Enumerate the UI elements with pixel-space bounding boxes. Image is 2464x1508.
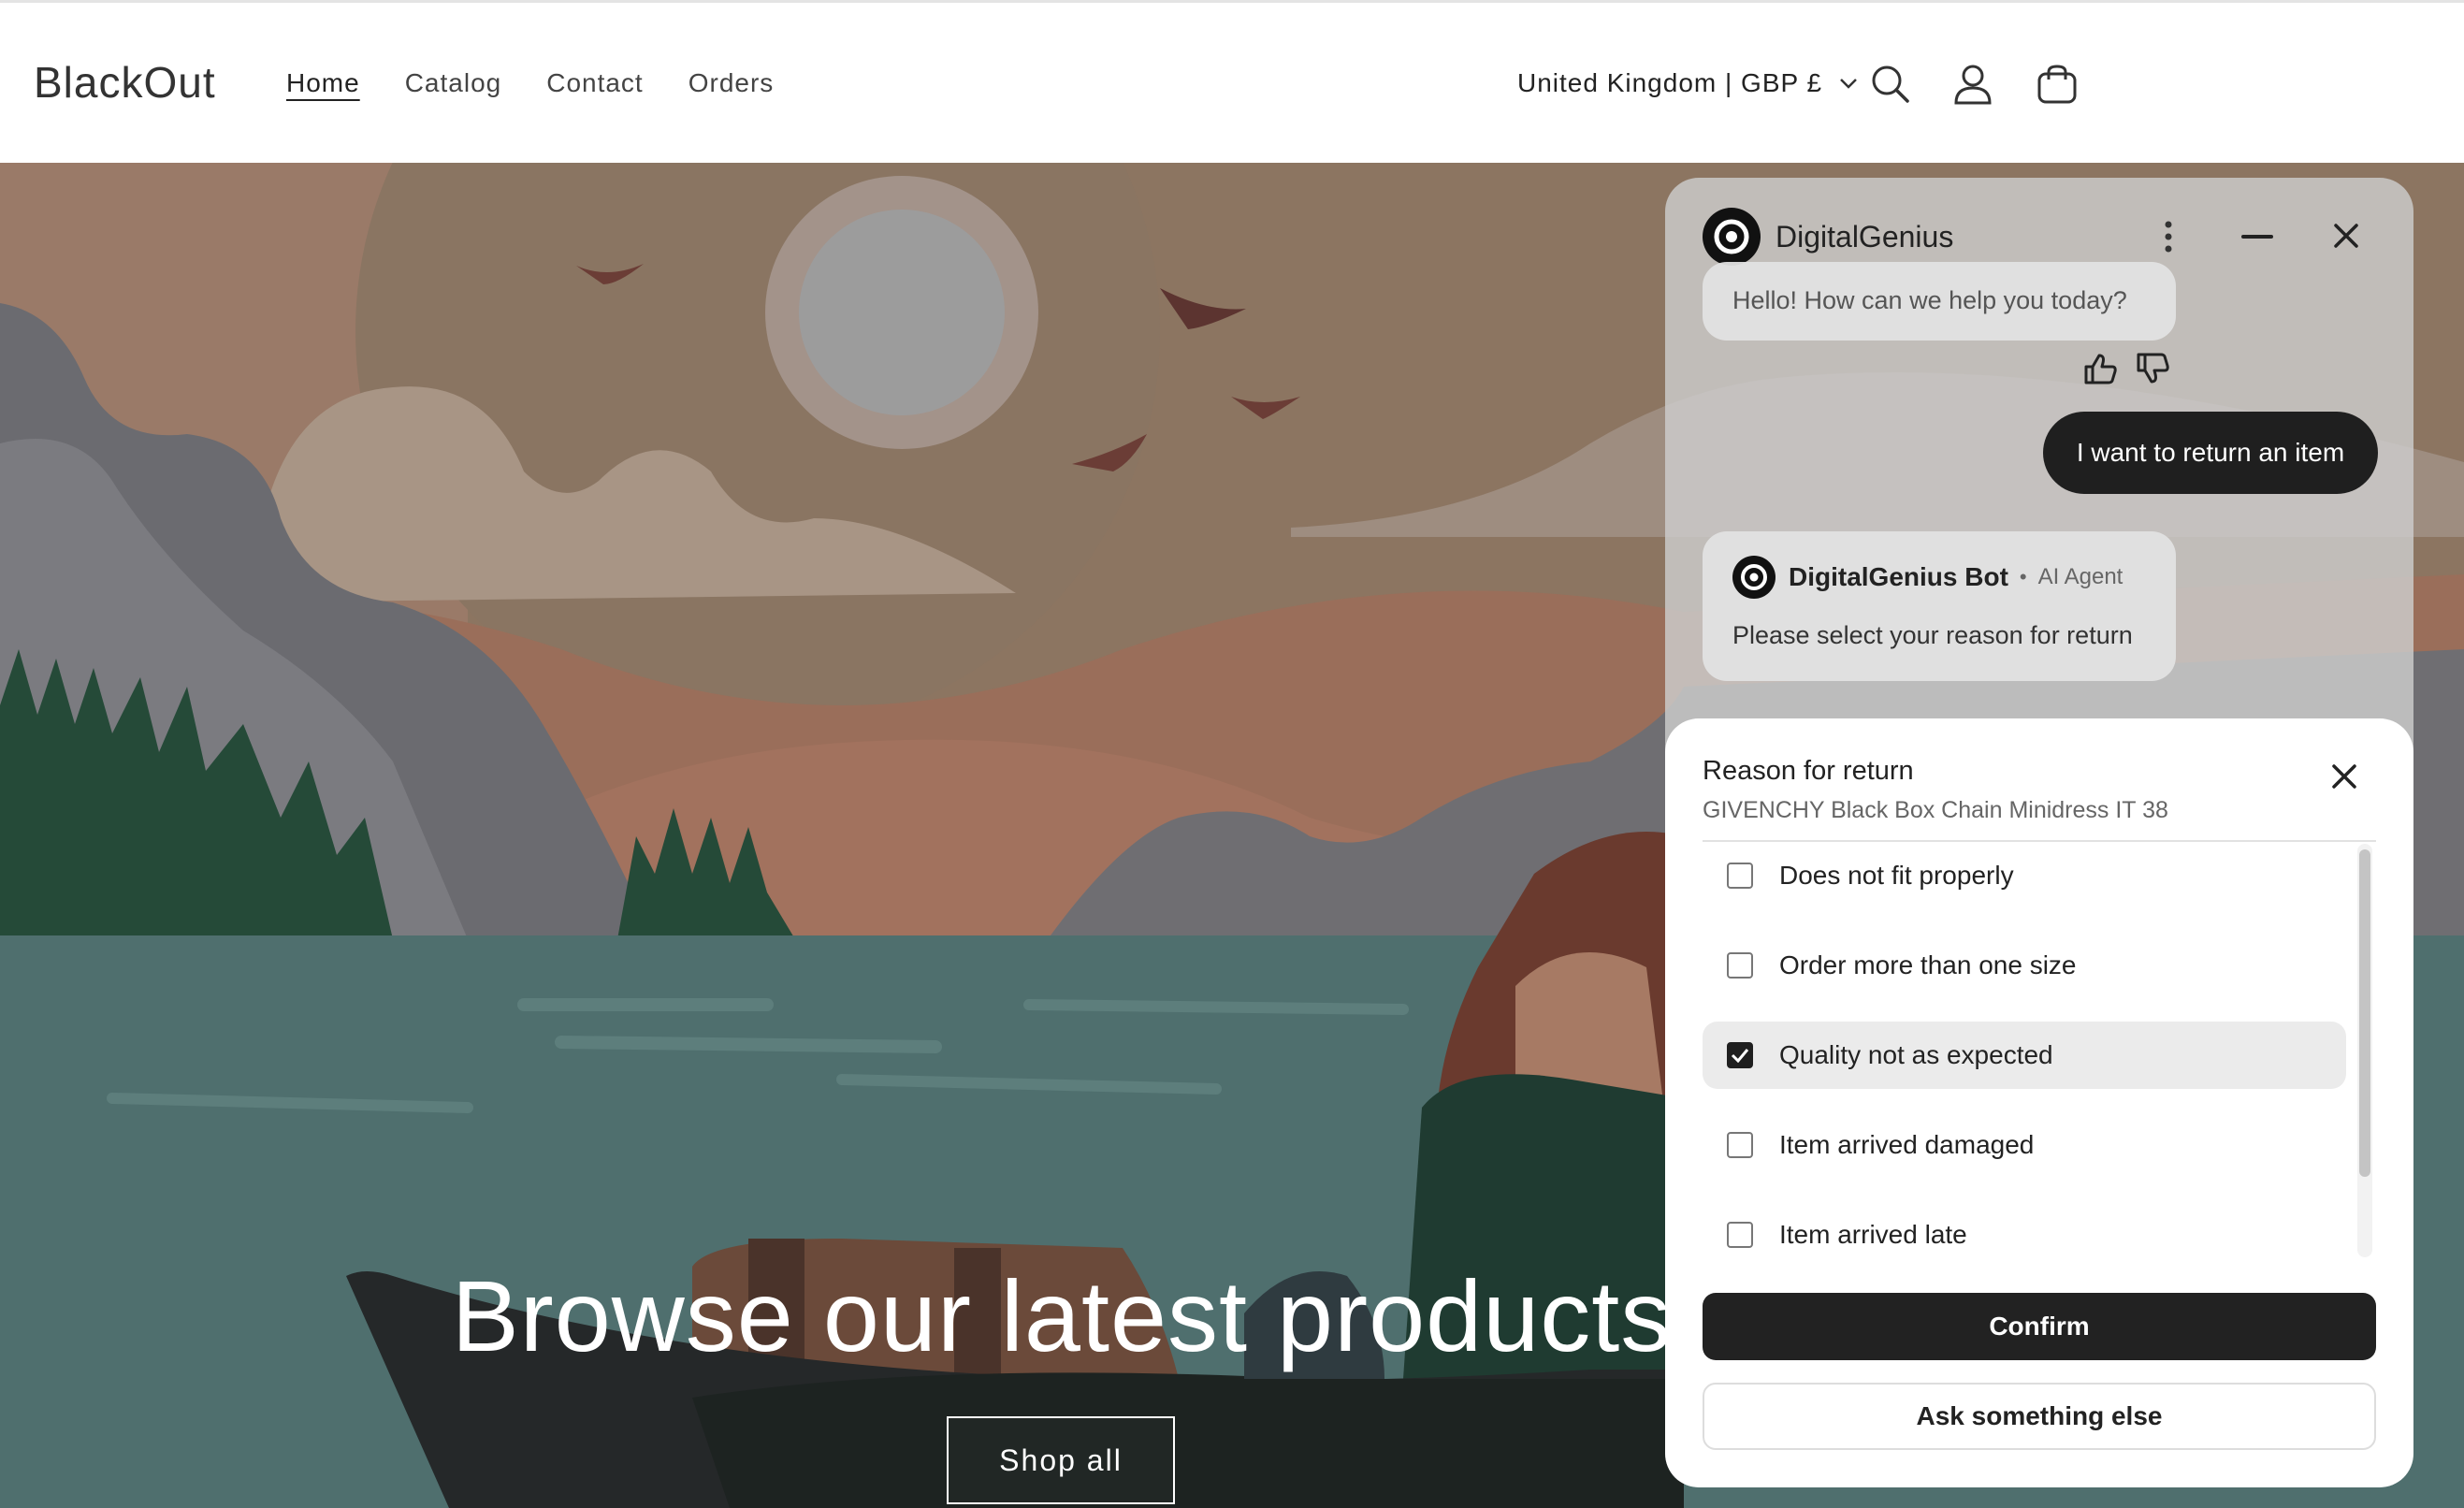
reason-option-label: Item arrived late [1779,1220,1967,1249]
bot-header: DigitalGenius Bot • AI Agent [1732,556,2123,599]
chat-header: DigitalGenius [1703,208,1953,266]
minimize-icon[interactable] [2241,234,2273,239]
chat-widget: DigitalGenius Hello! How can we help you… [1665,178,2413,1487]
more-vertical-icon[interactable] [2161,221,2176,253]
reason-options-list: Does not fit properly Order more than on… [1703,842,2348,1259]
scrollbar-thumb[interactable] [2359,849,2370,1177]
reason-option-label: Order more than one size [1779,950,2077,979]
reason-option-label: Does not fit properly [1779,861,2014,890]
thumbs-down-icon[interactable] [2135,352,2170,385]
checkbox[interactable] [1727,1222,1753,1248]
country-selector[interactable]: United Kingdom | GBP £ [1517,68,1858,98]
ask-something-else-button[interactable]: Ask something else [1703,1383,2376,1450]
checkmark-icon [1731,1049,1749,1063]
thumbs-up-icon[interactable] [2082,352,2118,385]
bot-separator: • [2019,565,2027,588]
brand-logo-icon [1703,208,1761,266]
main-nav: Home Catalog Contact Orders [286,68,819,98]
bot-name: DigitalGenius Bot [1789,562,2008,591]
nav-contact[interactable]: Contact [546,68,644,98]
product-name: GIVENCHY Black Box Chain Minidress IT 38 [1703,797,2168,823]
site-header: BlackOut Home Catalog Contact Orders Uni… [0,0,2464,163]
close-panel-icon[interactable] [2331,763,2357,790]
chat-brand-name: DigitalGenius [1776,219,1954,254]
shop-all-button[interactable]: Shop all [947,1416,1175,1504]
account-icon[interactable] [1951,63,1994,106]
bot-avatar-icon [1732,556,1776,599]
user-message: I want to return an item [2043,412,2378,494]
country-selector-label: United Kingdom | GBP £ [1517,68,1823,97]
close-icon[interactable] [2333,223,2359,249]
reason-option-label: Item arrived damaged [1779,1130,2035,1159]
reason-option[interactable]: Item arrived damaged [1703,1111,2346,1179]
nav-home[interactable]: Home [286,68,360,98]
panel-title: Reason for return [1703,756,1914,786]
bot-prompt-text: Please select your reason for return [1732,621,2133,649]
chevron-down-icon [1840,79,1857,89]
nav-catalog[interactable]: Catalog [405,68,502,98]
checkbox[interactable] [1727,952,1753,979]
page: BlackOut Home Catalog Contact Orders Uni… [0,0,2464,1508]
reason-option[interactable]: Order more than one size [1703,932,2346,999]
checkbox[interactable] [1727,863,1753,889]
confirm-button[interactable]: Confirm [1703,1293,2376,1360]
bot-greeting-message: Hello! How can we help you today? [1703,262,2176,341]
store-logo[interactable]: BlackOut [34,57,216,108]
reason-option[interactable]: Does not fit properly [1703,842,2346,909]
reason-option-selected[interactable]: Quality not as expected [1703,1022,2346,1089]
nav-orders[interactable]: Orders [688,68,775,98]
bot-reply-message: DigitalGenius Bot • AI Agent Please sele… [1703,531,2176,681]
reason-for-return-panel: Reason for return GIVENCHY Black Box Cha… [1665,718,2413,1487]
checkbox[interactable] [1727,1132,1753,1158]
search-icon[interactable] [1869,63,1912,106]
cart-icon[interactable] [2036,63,2079,106]
reason-option[interactable]: Item arrived late [1703,1201,2346,1259]
reason-option-label: Quality not as expected [1779,1040,2053,1069]
checkbox-checked[interactable] [1727,1042,1753,1068]
bot-role-label: AI Agent [2037,564,2123,589]
